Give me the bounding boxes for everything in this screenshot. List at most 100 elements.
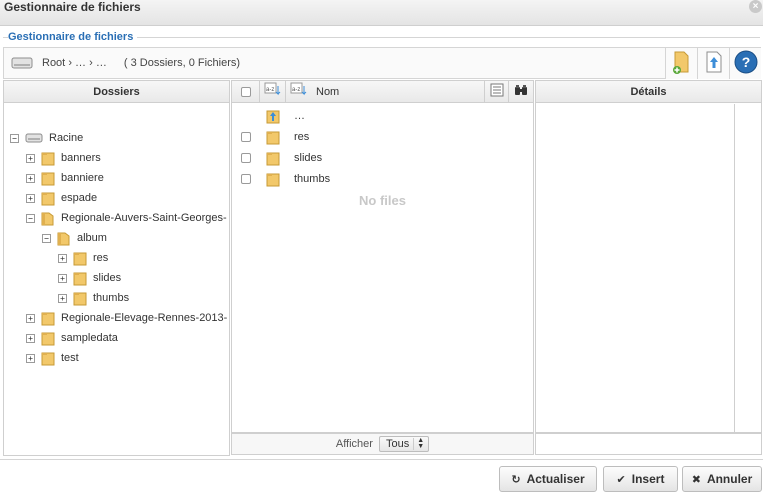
check-icon: ✔ <box>616 473 626 486</box>
path-toolbar: Root › … › … ( 3 Dossiers, 0 Fichiers) ? <box>3 47 761 79</box>
dialog-titlebar: Gestionnaire de fichiers × <box>0 0 763 26</box>
folder-icon <box>73 251 93 266</box>
select-all-cell <box>232 80 260 103</box>
expand-icon[interactable]: + <box>58 273 67 283</box>
breadcrumb: Root › … › … ( 3 Dossiers, 0 Fichiers) <box>42 57 240 69</box>
name-column-label: Nom <box>316 85 340 98</box>
folder-icon <box>41 311 61 326</box>
expand-icon[interactable]: + <box>26 173 35 183</box>
file-row[interactable]: res <box>232 127 309 147</box>
refresh-label: Actualiser <box>526 472 585 486</box>
folders-panel: Dossiers − Racine + banners + banniere + espade… <box>3 80 230 456</box>
expand-icon[interactable]: + <box>58 293 67 303</box>
row-checkbox[interactable] <box>241 153 251 163</box>
folder-icon <box>41 331 61 346</box>
folder-icon <box>41 191 61 206</box>
tree-item[interactable]: + banners <box>26 149 101 167</box>
drive-icon <box>25 132 49 144</box>
show-filter-select[interactable]: Tous ▲ ▼ <box>378 436 430 452</box>
svg-text:?: ? <box>741 54 750 70</box>
tree-item-label: sampledata <box>61 332 118 344</box>
tree-item[interactable]: − album <box>42 229 107 247</box>
tree-item[interactable]: − Racine <box>10 129 83 147</box>
name-column-header[interactable]: a-z Nom <box>286 80 485 103</box>
upload-icon <box>704 50 724 77</box>
file-row[interactable]: … <box>232 106 305 126</box>
folder-icon <box>41 151 61 166</box>
insert-button[interactable]: ✔ Insert <box>603 466 678 492</box>
sort-type-button[interactable]: a-z <box>260 80 286 103</box>
insert-label: Insert <box>631 472 665 486</box>
breadcrumb-item[interactable]: … <box>96 57 107 69</box>
breadcrumb-separator: › <box>68 57 72 69</box>
tree-item-label: banniere <box>61 172 104 184</box>
svg-text:a-z: a-z <box>266 87 274 93</box>
file-row-label: res <box>294 131 310 143</box>
breadcrumb-root[interactable]: Root <box>42 57 65 69</box>
help-button[interactable]: ? <box>729 48 761 79</box>
tree-item-label: test <box>61 352 79 364</box>
tree-item-label: album <box>77 232 107 244</box>
collapse-icon[interactable]: − <box>26 213 35 223</box>
expand-icon[interactable]: + <box>26 313 35 323</box>
expand-icon[interactable]: + <box>26 193 35 203</box>
help-icon: ? <box>734 50 758 77</box>
expand-icon[interactable]: + <box>26 333 35 343</box>
no-files-message: No files <box>359 193 406 208</box>
row-checkbox[interactable] <box>241 174 251 184</box>
collapse-icon[interactable]: − <box>42 233 51 243</box>
search-button[interactable] <box>509 81 533 103</box>
details-view-button[interactable] <box>485 80 509 103</box>
tree-item[interactable]: + test <box>26 349 79 367</box>
dialog-title: Gestionnaire de fichiers <box>4 0 141 14</box>
close-icon[interactable]: × <box>749 0 762 13</box>
file-row-label: … <box>294 110 305 122</box>
details-panel: Détails <box>535 80 762 433</box>
sort-icon: a-z <box>264 82 282 101</box>
cancel-label: Annuler <box>706 472 753 486</box>
folder-open-icon <box>57 231 77 246</box>
file-row[interactable]: slides <box>232 148 322 168</box>
files-footer: Afficher Tous ▲ ▼ <box>231 433 534 455</box>
row-checkbox[interactable] <box>241 132 251 142</box>
file-row-label: thumbs <box>294 173 331 185</box>
breadcrumb-separator: › <box>89 57 93 69</box>
refresh-button[interactable]: ↻ Actualiser <box>499 466 597 492</box>
expand-icon[interactable]: + <box>26 153 35 163</box>
item-counts: ( 3 Dossiers, 0 Fichiers) <box>123 57 241 69</box>
details-view-icon <box>490 83 504 100</box>
tree-item[interactable]: + espade <box>26 189 97 207</box>
tree-item-label: espade <box>61 192 98 204</box>
expand-icon[interactable]: + <box>26 353 35 363</box>
tree-item[interactable]: + thumbs <box>58 289 129 307</box>
details-header: Détails <box>536 81 761 103</box>
bottom-separator <box>0 459 763 460</box>
details-footer <box>535 433 762 455</box>
file-row[interactable]: thumbs <box>232 169 330 189</box>
new-folder-button[interactable] <box>665 48 697 79</box>
folder-up-icon <box>260 109 286 124</box>
tree-item[interactable]: + sampledata <box>26 329 118 347</box>
cancel-icon: ✖ <box>691 473 701 486</box>
collapse-icon[interactable]: − <box>10 133 19 143</box>
folder-icon <box>73 271 93 286</box>
upload-button[interactable] <box>697 48 729 79</box>
tree-item[interactable]: + banniere <box>26 169 104 187</box>
tree-item[interactable]: − Regionale-Auvers-Saint-Georges- <box>26 209 227 227</box>
tree-item-label: Regionale-Elevage-Rennes-2013- <box>61 312 228 324</box>
tree-item[interactable]: + Regionale-Elevage-Rennes-2013- <box>26 309 227 327</box>
breadcrumb-item[interactable]: … <box>75 57 86 69</box>
select-arrows-icon: ▲ ▼ <box>413 437 424 450</box>
folder-icon <box>260 130 286 145</box>
tree-item[interactable]: + slides <box>58 269 121 287</box>
cancel-button[interactable]: ✖ Annuler <box>682 466 762 492</box>
expand-icon[interactable]: + <box>58 253 67 263</box>
folders-header: Dossiers <box>4 81 229 103</box>
show-label: Afficher <box>335 438 373 450</box>
folder-open-icon <box>41 211 61 226</box>
new-folder-icon <box>671 49 693 78</box>
tree-item-label: Regionale-Auvers-Saint-Georges- <box>61 212 227 224</box>
folder-icon <box>260 151 286 166</box>
select-all-checkbox[interactable] <box>240 86 251 97</box>
tree-item[interactable]: + res <box>58 249 108 267</box>
